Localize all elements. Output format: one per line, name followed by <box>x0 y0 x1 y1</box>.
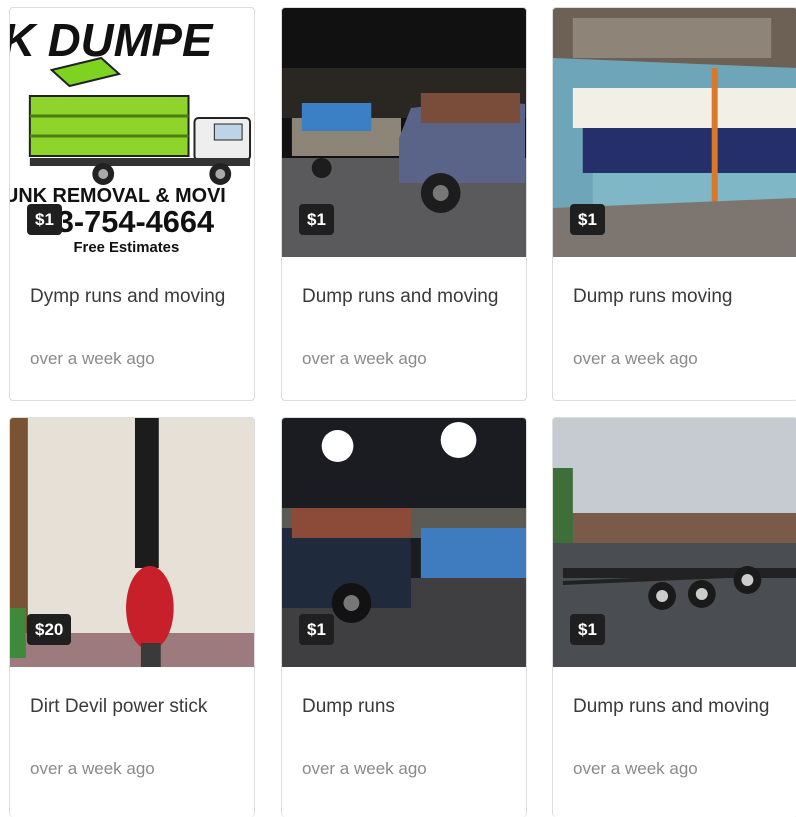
listing-title[interactable]: Dymp runs and moving <box>30 283 234 339</box>
listing-photo[interactable]: $20 <box>10 418 254 667</box>
listing-time: over a week ago <box>30 759 155 778</box>
price-badge: $1 <box>570 614 605 645</box>
listing-card[interactable]: $1 Dump runs and moving over a week ago <box>552 417 796 817</box>
listing-time: over a week ago <box>30 349 155 368</box>
price-badge: $1 <box>570 204 605 235</box>
listing-title[interactable]: Dump runs and moving <box>573 693 777 749</box>
listing-card[interactable]: $1 Dump runs and moving over a week ago <box>281 7 527 401</box>
listing-time: over a week ago <box>302 759 427 778</box>
listing-time: over a week ago <box>573 759 698 778</box>
listing-grid: K DUMPE UNK REMOVAL & MOVI 53-754-4664 F… <box>0 0 796 817</box>
listing-title[interactable]: Dump runs moving <box>573 283 777 339</box>
listing-photo[interactable]: $1 <box>553 418 796 667</box>
listing-photo[interactable]: $1 <box>282 418 526 667</box>
price-badge: $1 <box>299 204 334 235</box>
listing-photo[interactable]: $1 <box>282 8 526 257</box>
price-badge: $20 <box>27 614 72 645</box>
svg-text:Free Estimates: Free Estimates <box>73 239 179 256</box>
listing-time: over a week ago <box>302 349 427 368</box>
listing-title[interactable]: Dump runs and moving <box>302 283 506 339</box>
svg-text:K DUMPE: K DUMPE <box>10 15 214 66</box>
listing-card[interactable]: $1 Dump runs over a week ago <box>281 417 527 817</box>
listing-card[interactable]: K DUMPE UNK REMOVAL & MOVI 53-754-4664 F… <box>9 7 255 401</box>
listing-title[interactable]: Dirt Devil power stick <box>30 693 234 749</box>
svg-text:53-754-4664: 53-754-4664 <box>40 204 214 239</box>
price-badge: $1 <box>299 614 334 645</box>
listing-photo[interactable]: $1 <box>553 8 796 257</box>
listing-title[interactable]: Dump runs <box>302 693 506 749</box>
listing-time: over a week ago <box>573 349 698 368</box>
listing-card[interactable]: $20 Dirt Devil power stick over a week a… <box>9 417 255 817</box>
listing-photo[interactable]: K DUMPE UNK REMOVAL & MOVI 53-754-4664 F… <box>10 8 254 257</box>
price-badge: $1 <box>27 204 62 235</box>
listing-card[interactable]: $1 Dump runs moving over a week ago <box>552 7 796 401</box>
